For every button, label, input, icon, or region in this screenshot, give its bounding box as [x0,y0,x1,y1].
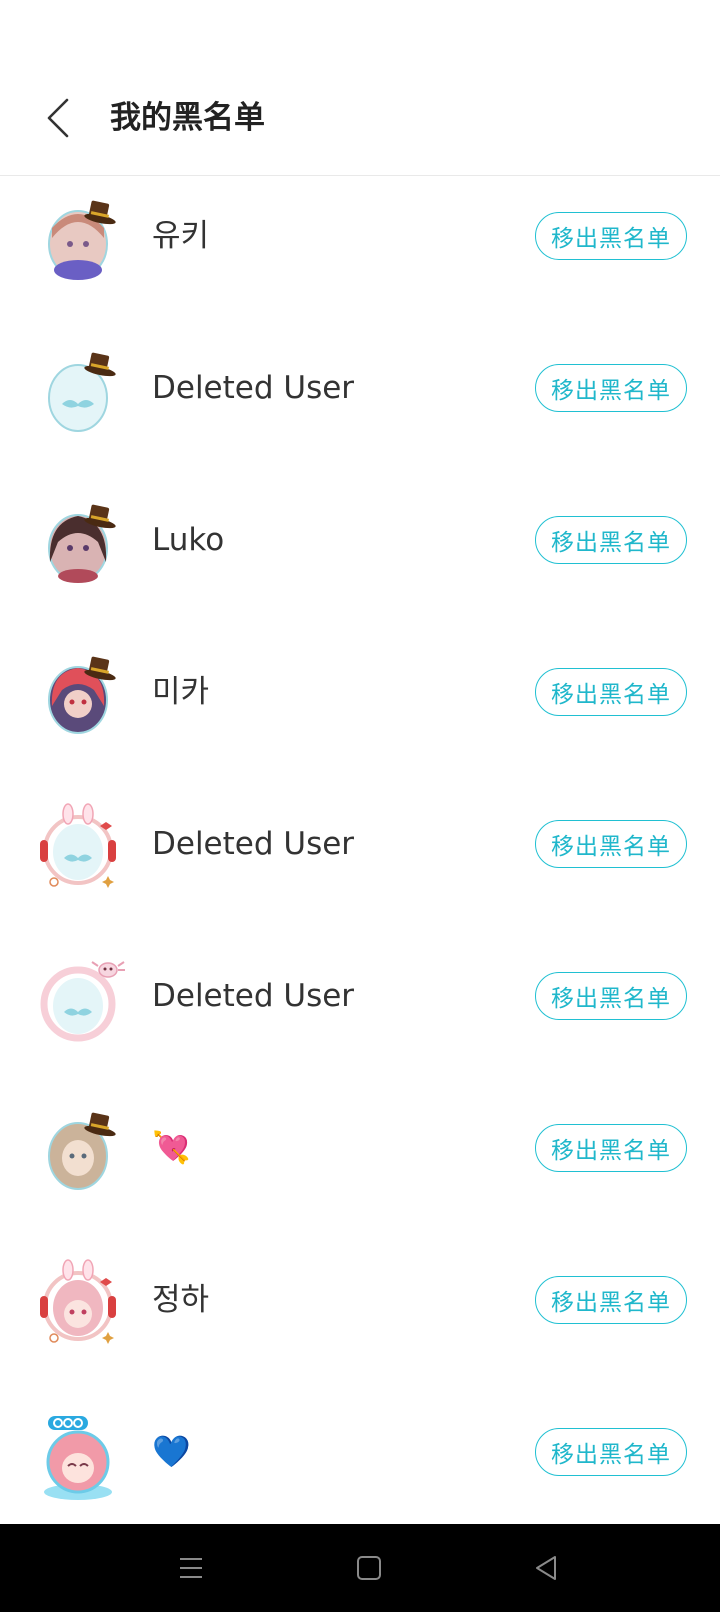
chevron-left-icon [47,98,69,138]
list-item: 💘 移出黑名单 [0,1088,720,1240]
list-item: 유키 移出黑名单 [0,176,720,328]
remove-from-blacklist-button[interactable]: 移出黑名单 [535,972,687,1020]
list-item: 미카 移出黑名单 [0,632,720,784]
user-name: 미카 [152,674,210,710]
header: 我的黑名单 [0,60,720,176]
avatar[interactable] [38,958,128,1048]
menu-icon [180,1558,202,1578]
user-name: Deleted User [152,978,355,1014]
mustache-egg-top-hat-avatar-icon [48,352,116,432]
anime-girl-top-hat-avatar-icon [48,1112,116,1190]
user-name: 💘 [152,1130,191,1166]
avatar[interactable] [38,654,128,744]
blacklist: 유키 移出黑名单 Deleted User 移出黑名单 Luko 移出黑名单 미… [0,176,720,1544]
user-name: Deleted User [152,370,355,406]
back-triangle-icon [536,1556,556,1580]
remove-from-blacklist-button[interactable]: 移出黑名单 [535,212,687,260]
anime-girl-top-hat-avatar-icon [48,200,116,280]
user-name: 💙 [152,1434,191,1470]
list-item: Luko 移出黑名单 [0,480,720,632]
menu-button[interactable] [169,1546,213,1590]
avatar[interactable] [38,1259,128,1352]
user-name: 정하 [152,1282,210,1318]
user-name: Deleted User [152,826,355,862]
home-square-icon [357,1556,381,1580]
avatar[interactable] [38,198,128,288]
mustache-egg-bunny-frame-avatar-icon [40,803,116,888]
avatar[interactable] [38,1414,128,1504]
avatar[interactable] [38,803,128,896]
avatar[interactable] [38,350,128,440]
back-button[interactable] [30,90,86,146]
list-item: Deleted User 移出黑名单 [0,784,720,936]
system-navigation-bar [0,1524,720,1612]
user-name: Luko [152,522,225,558]
remove-from-blacklist-button[interactable]: 移出黑名单 [535,668,687,716]
remove-from-blacklist-button[interactable]: 移出黑名单 [535,820,687,868]
anime-girl-top-hat-avatar-icon [48,504,116,583]
page-title: 我的黑名单 [110,100,265,136]
anime-girl-qoo-frame-avatar-icon [44,1416,112,1500]
list-item: Deleted User 移出黑名单 [0,328,720,480]
status-bar [0,0,720,60]
avatar[interactable] [38,502,128,592]
list-item: 💙 移出黑名单 [0,1392,720,1544]
anime-girl-bunny-frame-avatar-icon [40,1259,116,1344]
remove-from-blacklist-button[interactable]: 移出黑名单 [535,516,687,564]
remove-from-blacklist-button[interactable]: 移出黑名单 [535,1428,687,1476]
list-item: 정하 移出黑名单 [0,1240,720,1392]
remove-from-blacklist-button[interactable]: 移出黑名单 [535,364,687,412]
mustache-egg-pink-frame-avatar-icon [40,961,125,1042]
user-name: 유키 [152,218,210,254]
remove-from-blacklist-button[interactable]: 移出黑名单 [535,1124,687,1172]
remove-from-blacklist-button[interactable]: 移出黑名单 [535,1276,687,1324]
list-item: Deleted User 移出黑名单 [0,936,720,1088]
system-back-button[interactable] [524,1546,568,1590]
anime-girl-top-hat-avatar-icon [48,656,116,734]
avatar[interactable] [38,1110,128,1200]
home-button[interactable] [347,1546,391,1590]
